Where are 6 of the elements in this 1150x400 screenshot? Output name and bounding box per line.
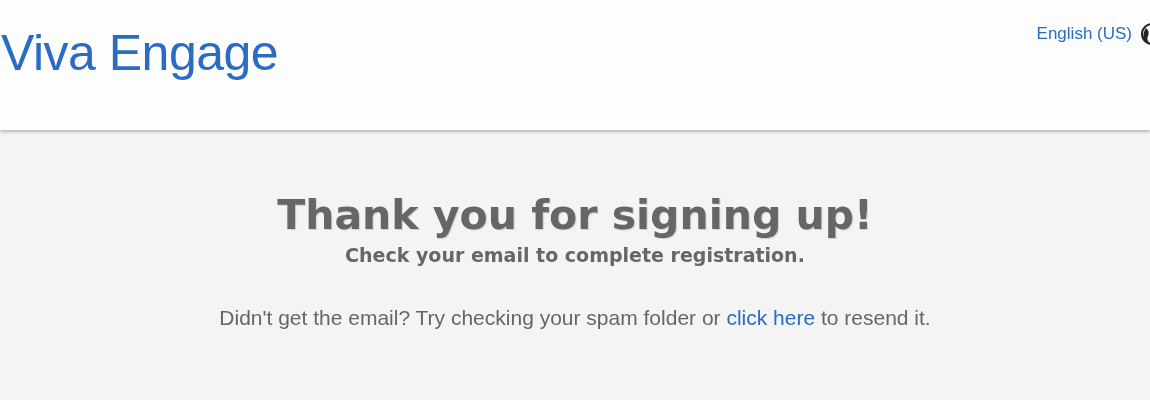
language-link[interactable]: English (US) <box>1036 24 1132 44</box>
subheading: Check your email to complete registration. <box>345 244 805 266</box>
logo-text: Viva Engage <box>1 24 279 82</box>
resend-link[interactable]: click here <box>726 306 816 329</box>
resend-note: Didn't get the email? Try checking your spam folder or click here to resend it. <box>219 306 931 330</box>
heading: Thank you for signing up! <box>277 190 873 241</box>
